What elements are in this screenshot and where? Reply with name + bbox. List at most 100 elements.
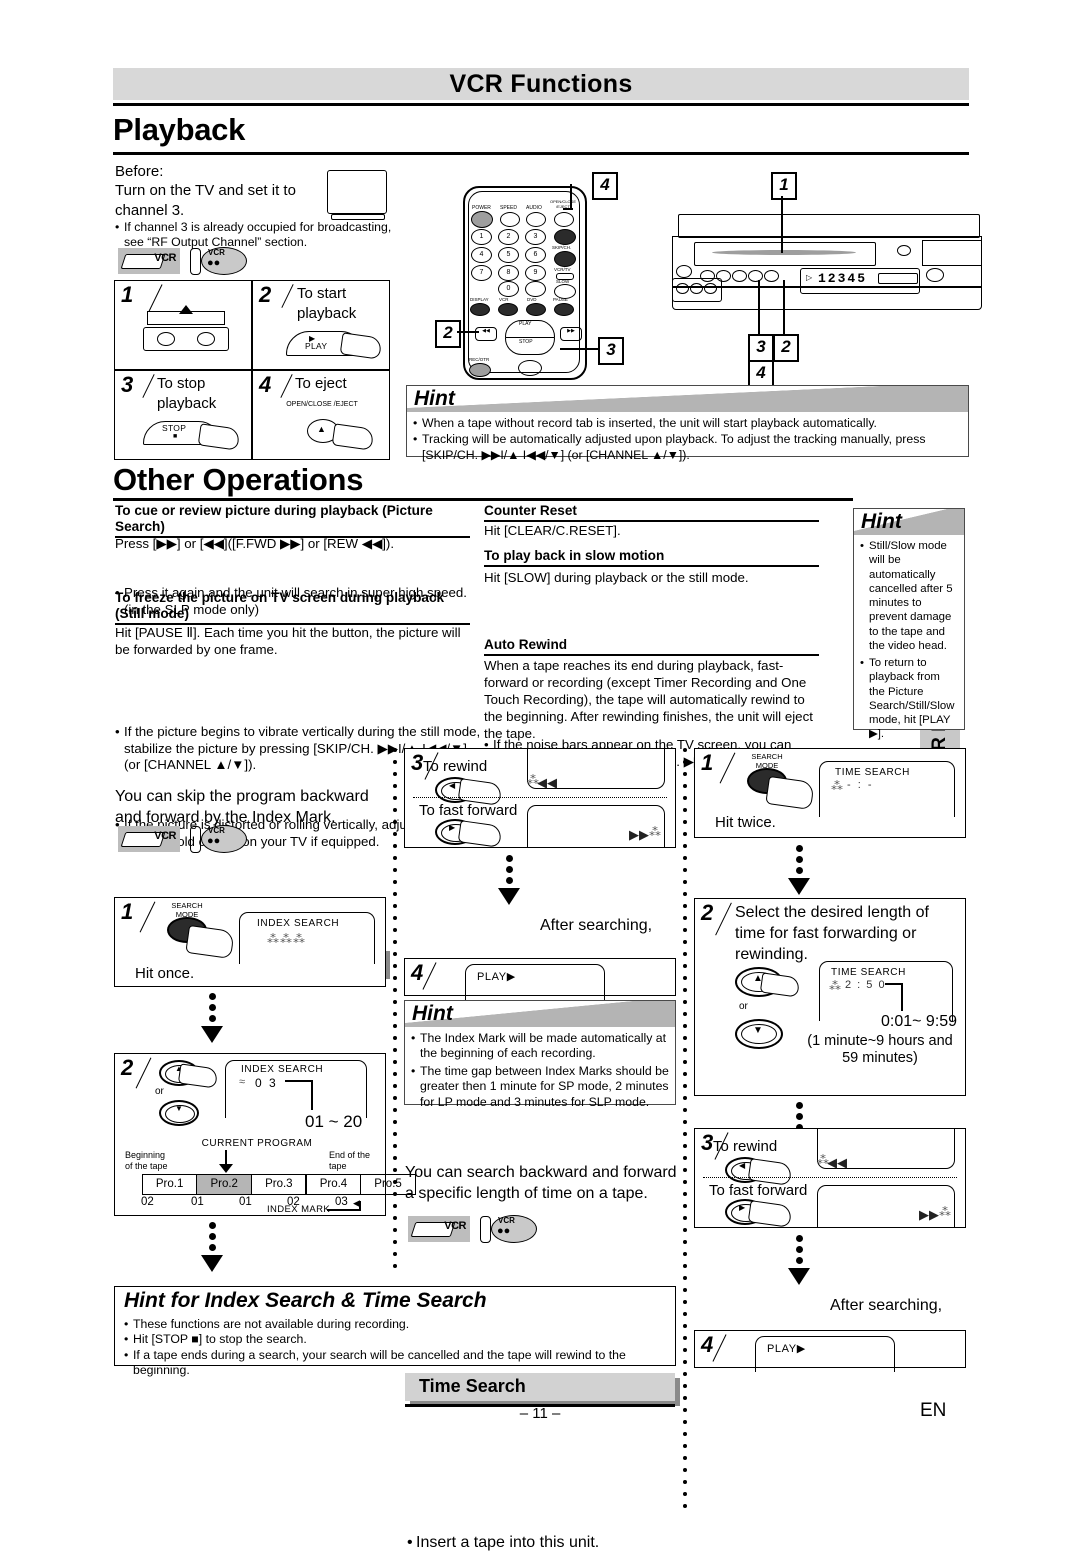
hint-label: Hint — [412, 1002, 453, 1025]
hand-icon — [457, 820, 503, 848]
remote-keypad[interactable]: 1 2 3 4 5 6 7 8 9 0 SKIP/CH. VCR/TV SLOW — [468, 229, 580, 299]
page-header-title: VCR Functions — [449, 70, 633, 98]
callout-line — [457, 331, 479, 333]
remote-key-8[interactable]: 8 — [498, 265, 519, 281]
remote-ffwd-button[interactable]: ▶▶ — [560, 327, 582, 341]
counter-reset-body: Hit [CLEAR/C.RESET]. — [484, 523, 621, 538]
blink-icon: ⁂ — [829, 979, 842, 993]
callout-remote-2: 2 — [435, 320, 461, 348]
hint-bar: Hint — [854, 509, 964, 535]
time-range-note: (1 minute~9 hours and 59 minutes) — [807, 1033, 953, 1067]
remote-dots-icon: ●● — [497, 1225, 511, 1237]
unit-top-panel — [678, 214, 980, 238]
hint-bullet: To return to playback from the Picture S… — [860, 656, 958, 742]
page-number: – 11 – — [519, 1405, 561, 1422]
remote-skip-fwd-button[interactable] — [554, 251, 576, 267]
eject-button-label: OPEN/CLOSE /EJECT — [286, 401, 358, 408]
step-slash — [280, 374, 293, 398]
step-number: 4 — [701, 1332, 714, 1357]
step-slash — [712, 1334, 727, 1362]
remote-key-9[interactable]: 9 — [525, 265, 546, 281]
step-slash — [135, 1057, 152, 1089]
remote-key-2[interactable]: 2 — [498, 229, 519, 245]
hint-body: Still/Slow mode will be automatically ca… — [854, 535, 964, 747]
callout-unit-4: 4 — [748, 360, 774, 388]
remote-recotr-button[interactable] — [469, 363, 491, 377]
callout-unit-2: 2 — [773, 334, 799, 362]
unit-open-close-button[interactable] — [926, 268, 944, 282]
remote-key-6[interactable]: 6 — [525, 247, 546, 263]
remote-label-vcrtv: VCR/TV — [554, 267, 571, 272]
hand-icon — [197, 423, 241, 451]
remote-pause-button[interactable] — [554, 303, 574, 316]
step-slash — [139, 901, 156, 933]
program-cell: Pro.4 — [305, 1174, 362, 1195]
osd-rewind-icon: ◀◀ — [537, 775, 557, 790]
rewind-caption: To rewind — [423, 758, 488, 775]
blink-icon: ⁂ — [527, 773, 540, 787]
after-searching-label: After searching, — [540, 917, 653, 934]
step-caption: To eject — [295, 375, 347, 392]
osd-text: TIME SEARCH — [831, 967, 906, 978]
remote-audio-button[interactable] — [526, 212, 546, 227]
remote-key-1[interactable]: 1 — [471, 229, 492, 245]
before-label: Before: — [115, 163, 164, 180]
remote-vcr-button[interactable] — [498, 303, 518, 316]
remote-play-label: PLAY — [519, 321, 532, 327]
unit-power-button[interactable] — [676, 265, 692, 278]
hint-bar: Hint — [405, 1001, 675, 1027]
vcr-deck-icon: VCR — [118, 248, 180, 274]
step-caption: To stop playback — [157, 375, 217, 412]
still-mode-body: Hit [PAUSE Ⅱ]. Each time you hit the but… — [115, 625, 461, 657]
down-arrow-icon: ▼ — [753, 1025, 763, 1036]
osd-text: INDEX SEARCH — [241, 1064, 324, 1075]
unit-display-indicator — [878, 273, 918, 284]
remote-key-mute[interactable] — [525, 281, 546, 297]
index-mark-label: INDEX MARK — [267, 1204, 331, 1215]
cassette-reel-left-icon — [157, 332, 175, 346]
tv-stand — [331, 214, 385, 220]
remote-dvd-button[interactable] — [526, 303, 546, 316]
unit-button-rec[interactable] — [764, 270, 779, 282]
remote-key-0[interactable]: 0 — [498, 281, 519, 297]
index-step1-caption: Hit once. — [135, 965, 195, 982]
remote-eject-button[interactable] — [554, 212, 574, 227]
flow-arrow — [201, 1255, 223, 1272]
unit-button-stop[interactable] — [732, 270, 747, 282]
hint-body: The Index Mark will be made automaticall… — [405, 1027, 675, 1115]
remote-rew-button[interactable]: ◀◀ — [475, 327, 497, 341]
end-label: End of the tape — [329, 1150, 371, 1171]
remote-power-button[interactable] — [471, 211, 493, 228]
or-label: or — [155, 1086, 164, 1097]
step-number: 1 — [701, 750, 714, 775]
hand-icon — [747, 1200, 793, 1228]
subhead-auto-rewind: Auto Rewind — [484, 637, 819, 657]
av-jack-2 — [690, 283, 703, 294]
osd-value: 0 3 — [255, 1076, 278, 1090]
remote-up-button[interactable] — [518, 360, 542, 376]
remote-key-3[interactable]: 3 — [525, 229, 546, 245]
leader-line — [311, 1080, 313, 1110]
leader-line — [901, 983, 903, 1011]
or-label: or — [739, 1001, 748, 1012]
shared-hint-label: Hint for Index Search & Time Search — [124, 1289, 487, 1312]
remote-key-4[interactable]: 4 — [471, 247, 492, 263]
step-number: 3 — [411, 750, 424, 775]
eject-triangle-icon: ▲ — [317, 424, 326, 434]
step-number: 1 — [121, 282, 134, 307]
remote-vcr-text: VCR — [208, 248, 225, 257]
remote-display-button[interactable] — [470, 303, 490, 316]
remote-speed-button[interactable] — [500, 212, 520, 227]
unit-display-counter: 12345 — [818, 271, 868, 286]
unit-button-play[interactable] — [748, 270, 763, 282]
current-program-label: CURRENT PROGRAM — [201, 1138, 313, 1149]
remote-key-7[interactable]: 7 — [471, 265, 492, 281]
remote-skip-back-button[interactable] — [554, 229, 576, 245]
remote-key-5[interactable]: 5 — [498, 247, 519, 263]
callout-line — [781, 196, 783, 253]
remote-dots-icon: ●● — [207, 835, 221, 847]
playback-step-3: 3 To stop playback STOP ■ — [114, 370, 252, 460]
unit-display-play-icon: ▷ — [806, 273, 813, 282]
hint-bullet: Still/Slow mode will be automatically ca… — [860, 539, 958, 653]
hand-icon — [185, 924, 235, 960]
